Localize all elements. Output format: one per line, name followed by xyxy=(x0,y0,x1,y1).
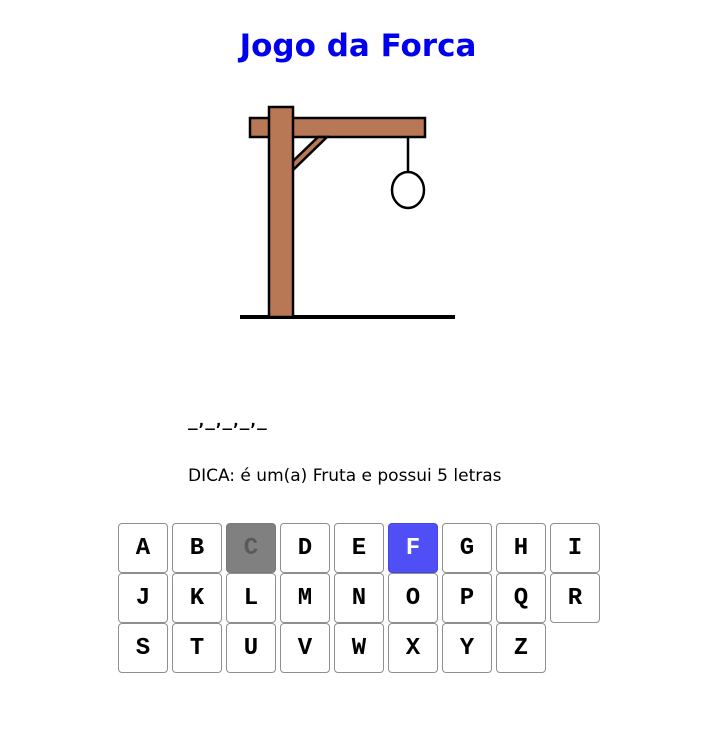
letter-key-k[interactable]: K xyxy=(172,573,222,623)
letter-key-i[interactable]: I xyxy=(550,523,600,573)
letter-key-l[interactable]: L xyxy=(226,573,276,623)
hint-text: DICA: é um(a) Fruta e possui 5 letras xyxy=(188,466,502,486)
letter-key-n[interactable]: N xyxy=(334,573,384,623)
gallows-post xyxy=(267,105,295,319)
noose-icon xyxy=(390,170,426,210)
letter-key-d[interactable]: D xyxy=(280,523,330,573)
letter-key-p[interactable]: P xyxy=(442,573,492,623)
letter-key-c: C xyxy=(226,523,276,573)
letter-key-a[interactable]: A xyxy=(118,523,168,573)
letter-key-b[interactable]: B xyxy=(172,523,222,573)
letter-key-v[interactable]: V xyxy=(280,623,330,673)
letter-key-r[interactable]: R xyxy=(550,573,600,623)
letter-key-s[interactable]: S xyxy=(118,623,168,673)
letter-key-u[interactable]: U xyxy=(226,623,276,673)
letter-key-h[interactable]: H xyxy=(496,523,546,573)
letter-key-f[interactable]: F xyxy=(388,523,438,573)
letter-key-q[interactable]: Q xyxy=(496,573,546,623)
letter-key-e[interactable]: E xyxy=(334,523,384,573)
letter-key-y[interactable]: Y xyxy=(442,623,492,673)
letter-key-z[interactable]: Z xyxy=(496,623,546,673)
letter-key-j[interactable]: J xyxy=(118,573,168,623)
letter-key-g[interactable]: G xyxy=(442,523,492,573)
gallows-brace xyxy=(290,135,331,174)
letter-key-o[interactable]: O xyxy=(388,573,438,623)
gallows-icon xyxy=(240,105,455,319)
letter-keyboard: ABCDEFGHI JKLMNOPQR STUVWXYZ xyxy=(118,523,608,673)
word-display: _,_,_,_,_ xyxy=(188,411,267,430)
letter-key-x[interactable]: X xyxy=(388,623,438,673)
letter-key-t[interactable]: T xyxy=(172,623,222,673)
letter-key-w[interactable]: W xyxy=(334,623,384,673)
letter-key-m[interactable]: M xyxy=(280,573,330,623)
